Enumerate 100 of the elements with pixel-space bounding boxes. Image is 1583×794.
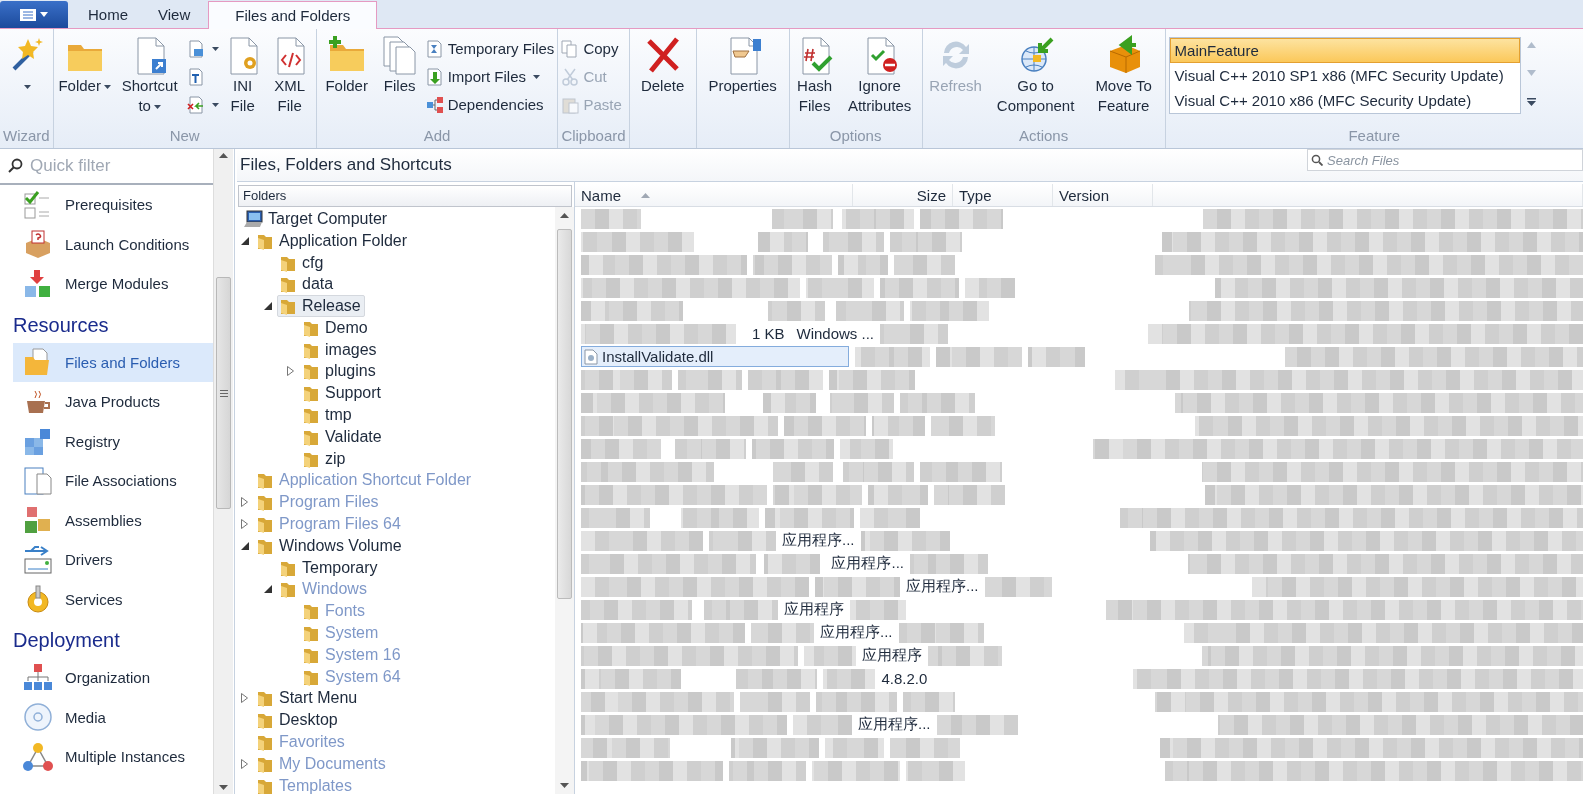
column-header[interactable]: Size: [853, 184, 953, 206]
group-label: Options: [828, 126, 883, 146]
sidebar-item[interactable]: Java Products: [13, 382, 213, 422]
pixelated-block: [823, 231, 884, 252]
table-cell: 1 KB: [751, 325, 785, 342]
scrollbar-thumb[interactable]: [216, 277, 231, 509]
table-cell: 4.8.2.0: [881, 670, 928, 687]
feature-list-item[interactable]: Visual C++ 2010 x86 (MFC Security Update): [1169, 88, 1520, 113]
ribbon-button[interactable]: Folder: [319, 34, 374, 96]
tree-item[interactable]: Target Computer: [241, 207, 392, 230]
panel-title: Files, Folders and Shortcuts: [239, 155, 452, 175]
column-header[interactable]: Folders: [238, 185, 572, 207]
ribbon-button[interactable]: Hash Files: [792, 34, 837, 116]
collapse-arrow-icon[interactable]: [264, 585, 272, 594]
ribbon-button[interactable]: XML File: [266, 34, 313, 116]
tree-item[interactable]: Desktop: [254, 709, 342, 732]
sidebar-item[interactable]: Files and Folders: [13, 342, 213, 382]
tree-item[interactable]: cfg: [277, 251, 328, 274]
collapse-arrow-icon[interactable]: [241, 236, 249, 245]
ribbon-button[interactable]: Properties: [699, 34, 786, 96]
pixelated-block: [890, 737, 960, 758]
sidebar-item[interactable]: Organization: [13, 658, 213, 698]
tree-item[interactable]: data: [277, 273, 338, 296]
scrollbar-thumb[interactable]: [557, 229, 572, 599]
group-label: Clipboard: [561, 126, 626, 146]
ribbon-button[interactable]: Dependencies: [425, 92, 555, 117]
tree-item[interactable]: Application Folder: [254, 229, 412, 252]
search-field[interactable]: Search Files: [1307, 149, 1583, 171]
hierarchy-icon: [23, 662, 53, 693]
tree-item[interactable]: Support: [300, 382, 386, 405]
sidebar-item[interactable]: Merge Modules: [13, 264, 213, 304]
pixelated-block: [793, 714, 852, 735]
column-header[interactable]: Version: [1053, 184, 1153, 206]
pixelated-block: [872, 415, 925, 436]
tree-item[interactable]: Temporary: [277, 556, 382, 579]
expand-arrow-icon[interactable]: [241, 519, 248, 530]
pixelated-block: [836, 300, 904, 321]
sidebar-item[interactable]: File Associations: [13, 461, 213, 501]
column-header[interactable]: Type: [953, 184, 1053, 206]
feature-list-item[interactable]: MainFeature: [1169, 38, 1520, 63]
expand-arrow-icon[interactable]: [287, 366, 294, 377]
expand-arrow-icon[interactable]: [241, 497, 248, 508]
folder-icon: [256, 515, 274, 534]
group-label: Actions: [1018, 126, 1070, 146]
tree-item[interactable]: plugins: [300, 360, 380, 383]
sidebar-item[interactable]: Assemblies: [13, 500, 213, 540]
tree-item[interactable]: Windows Volume: [254, 534, 406, 557]
expand-arrow-icon[interactable]: [241, 758, 248, 769]
ribbon-button[interactable]: Files: [377, 34, 422, 96]
cubes-arrow-icon: [23, 268, 53, 299]
ribbon-button[interactable]: Shortcut to: [116, 34, 183, 116]
tree-item[interactable]: tmp: [300, 404, 356, 427]
ribbon-button[interactable]: Move To Feature: [1085, 34, 1162, 116]
pixelated-block: [934, 484, 1005, 505]
pixelated-block: [894, 254, 955, 275]
ribbon-button[interactable]: Import Files: [425, 64, 555, 89]
usb-drive-icon: [23, 544, 53, 575]
sort-ascending-icon: [641, 192, 650, 198]
ribbon-button[interactable]: Copy: [561, 36, 622, 61]
pixelated-block: [757, 231, 808, 252]
tree-item[interactable]: zip: [300, 447, 350, 470]
application-menu-button[interactable]: [0, 1, 68, 28]
ribbon-button[interactable]: Folder: [56, 34, 113, 96]
tree-item[interactable]: Start Menu: [254, 687, 362, 710]
column-header[interactable]: Name: [575, 184, 853, 206]
file-name-cell[interactable]: InstallValidate.dll: [581, 346, 849, 367]
pixelated-block: [906, 760, 965, 781]
ribbon-button[interactable]: Delete: [632, 34, 693, 96]
ribbon-button[interactable]: Ignore Attributes: [840, 34, 919, 116]
tree-item[interactable]: images: [300, 338, 381, 361]
tree-item[interactable]: Validate: [300, 425, 386, 448]
tree-item[interactable]: Release: [277, 295, 365, 318]
tree-item[interactable]: Demo: [300, 316, 372, 339]
sidebar-item[interactable]: Drivers: [13, 540, 213, 580]
dependencies-icon: [425, 95, 444, 114]
pixelated-block: [850, 599, 906, 620]
group-label: Wizard: [3, 126, 50, 146]
group-label: New: [168, 126, 201, 146]
collapse-arrow-icon[interactable]: [264, 302, 272, 311]
sidebar-item[interactable]: Prerequisites: [13, 185, 213, 225]
ribbon-button[interactable]: Go to Component: [989, 34, 1082, 116]
ribbon-tab[interactable]: Home: [76, 1, 140, 28]
feature-list-item[interactable]: Visual C++ 2010 SP1 x86 (MFC Security Update): [1169, 63, 1520, 88]
expand-arrow-icon[interactable]: [241, 693, 248, 704]
pixelated-block: [843, 461, 914, 482]
collapse-arrow-icon[interactable]: [241, 541, 249, 550]
sidebar-item[interactable]: Media: [13, 697, 213, 737]
sidebar-item[interactable]: Multiple Instances: [13, 737, 213, 777]
ribbon-button[interactable]: INI File: [222, 34, 263, 116]
pixelated-block: [751, 622, 814, 643]
ribbon-tab[interactable]: View: [146, 1, 203, 28]
sidebar-item[interactable]: Services: [13, 579, 213, 619]
sidebar-item[interactable]: Registry: [13, 421, 213, 461]
menu-icon: [20, 8, 36, 21]
ribbon-tab[interactable]: Files and Folders: [208, 1, 378, 29]
folder-icon: [302, 406, 320, 425]
quick-filter-field[interactable]: Quick filter: [28, 155, 202, 177]
ribbon-button[interactable]: Temporary Files: [425, 36, 555, 61]
sidebar-item[interactable]: Launch Conditions: [13, 224, 213, 264]
table-cell: 应用程序...: [831, 554, 904, 573]
